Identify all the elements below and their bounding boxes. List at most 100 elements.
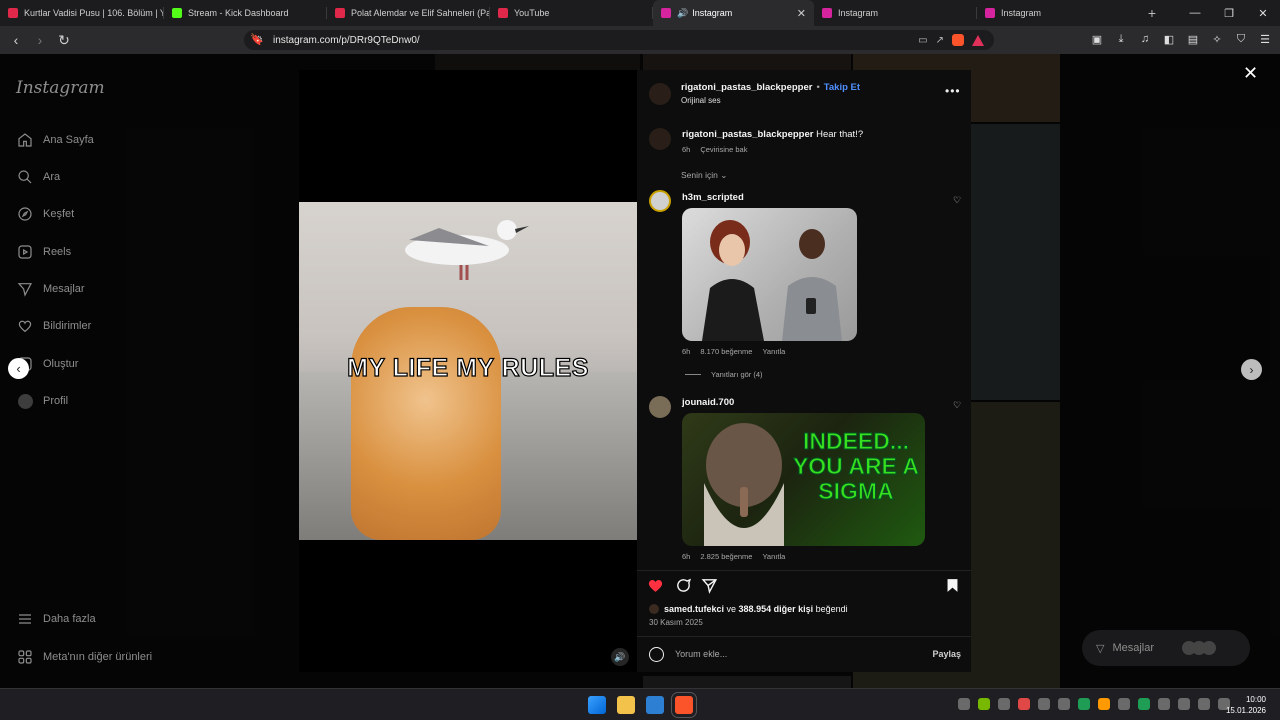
emoji-icon[interactable] — [649, 647, 664, 662]
bookmark-icon[interactable]: 🔖 — [250, 33, 264, 46]
minimize-icon[interactable]: — — [1178, 7, 1212, 20]
audio-label[interactable]: Orijinal ses — [681, 96, 721, 105]
save-button[interactable] — [944, 577, 962, 595]
tray-icon[interactable] — [978, 698, 990, 710]
close-tab-icon[interactable]: ✕ — [797, 7, 806, 20]
sidebar-item-notifications[interactable]: Bildirimler — [16, 317, 91, 335]
caption-meta: 6h Çevirisine bak — [682, 145, 748, 154]
post-comment-button[interactable]: Paylaş — [932, 649, 961, 659]
photos-icon[interactable] — [646, 696, 664, 714]
tray-icon[interactable] — [1078, 698, 1090, 710]
see-translation-link[interactable]: Çevirisine bak — [700, 145, 747, 154]
file-explorer-icon[interactable] — [617, 696, 635, 714]
forward-icon[interactable]: › — [30, 30, 50, 50]
comment-likes[interactable]: 8.170 beğenme — [700, 347, 752, 356]
brave-rewards-icon[interactable] — [972, 34, 984, 46]
like-button[interactable] — [647, 577, 665, 595]
tray-icon[interactable] — [1058, 698, 1070, 710]
brave-shields-icon[interactable] — [952, 34, 964, 46]
restore-icon[interactable]: ❐ — [1212, 7, 1246, 20]
tab-instagram-active[interactable]: 🔊 Instagram ✕ — [653, 0, 814, 26]
commenter-avatar[interactable] — [649, 190, 671, 212]
sidebar-item-reels[interactable]: Reels — [16, 243, 71, 261]
view-replies-button[interactable]: Yanıtları gör (4) — [685, 370, 763, 379]
instagram-icon — [822, 8, 832, 18]
sidebar-item-home[interactable]: Ana Sayfa — [16, 131, 94, 149]
tab-youtube[interactable]: YouTube — [490, 0, 653, 26]
liker-username[interactable]: samed.tufekci — [664, 604, 724, 614]
sidebar-item-explore[interactable]: Keşfet — [16, 205, 74, 223]
comment-button[interactable] — [675, 577, 693, 595]
new-tab-button[interactable]: + — [1140, 5, 1164, 21]
comment-username[interactable]: jounaid.700 — [682, 397, 734, 408]
address-bar[interactable]: ⚙ instagram.com/p/DRr9QTeDnw0/ ▭ ↗ — [244, 30, 994, 50]
comment-likes[interactable]: 2.825 beğenme — [700, 552, 752, 561]
share-icon[interactable]: ↗ — [936, 35, 944, 46]
seagull-figure — [405, 220, 529, 280]
comment-input[interactable]: Yorum ekle... — [675, 649, 727, 659]
sidebar-item-search[interactable]: Ara — [16, 168, 60, 186]
comment-like-icon[interactable]: ♡ — [953, 400, 961, 411]
commenter-avatar[interactable] — [649, 396, 671, 418]
cast-icon[interactable]: ▭ — [918, 35, 927, 46]
mic-icon[interactable] — [1158, 698, 1170, 710]
tab-kick-dashboard[interactable]: Stream - Kick Dashboard — [164, 0, 327, 26]
close-modal-icon[interactable]: ✕ — [1243, 63, 1258, 84]
instagram-logo[interactable]: Instagram — [16, 78, 105, 98]
tray-icon[interactable] — [1098, 698, 1110, 710]
tray-icon[interactable] — [1018, 698, 1030, 710]
media-icon[interactable]: ♫ — [1138, 32, 1152, 46]
wallet-icon[interactable]: ▤ — [1186, 32, 1200, 46]
tab-instagram-3[interactable]: Instagram — [977, 0, 1140, 26]
start-button-icon[interactable] — [588, 696, 606, 714]
sidebar-toggle-icon[interactable]: ◧ — [1162, 32, 1176, 46]
reply-button[interactable]: Yanıtla — [762, 552, 785, 561]
author-username[interactable]: rigatoni_pastas_blackpepper — [681, 82, 812, 93]
post-video[interactable]: MY LIFE MY RULES 🔊 — [299, 70, 637, 672]
caption-avatar[interactable] — [649, 128, 671, 150]
volume-icon[interactable] — [1198, 698, 1210, 710]
follow-button[interactable]: Takip Et — [824, 82, 860, 93]
previous-post-button[interactable]: ‹ — [8, 358, 29, 379]
sidebar-item-meta[interactable]: Meta'nın diğer ürünleri — [16, 648, 152, 666]
comment-filter-dropdown[interactable]: Senin için ⌄ — [681, 170, 727, 181]
url-text[interactable]: instagram.com/p/DRr9QTeDnw0/ — [273, 35, 420, 46]
tray-icon[interactable] — [998, 698, 1010, 710]
vpn-icon[interactable]: ⛉ — [1234, 32, 1248, 46]
tab-kurtlar-vadisi[interactable]: Kurtlar Vadisi Pusu | 106. Bölüm | Yü — [0, 0, 164, 26]
tray-icon[interactable] — [1118, 698, 1130, 710]
leo-ai-icon[interactable]: ✧ — [1210, 32, 1224, 46]
comment-username[interactable]: h3m_scripted — [682, 192, 744, 203]
sidebar-item-more[interactable]: Daha fazla — [16, 610, 96, 628]
heart-filled-icon — [648, 579, 663, 592]
comment-gif[interactable] — [682, 208, 857, 341]
caption-username[interactable]: rigatoni_pastas_blackpepper — [682, 129, 813, 140]
download-icon[interactable]: ⤓ — [1114, 32, 1128, 46]
tab-instagram-2[interactable]: Instagram — [814, 0, 977, 26]
likes-count[interactable]: 388.954 diğer kişi — [739, 604, 814, 614]
close-window-icon[interactable]: ✕ — [1246, 7, 1280, 20]
kick-icon — [172, 8, 182, 18]
volume-icon[interactable]: 🔊 — [611, 648, 629, 666]
sidebar-item-profile[interactable]: Profil — [16, 392, 68, 410]
reply-button[interactable]: Yanıtla — [762, 347, 785, 356]
tray-icon[interactable] — [958, 698, 970, 710]
comment-gif[interactable]: INDEED... YOU ARE A SIGMA — [682, 413, 925, 546]
tab-search-icon[interactable]: ▣ — [1090, 32, 1104, 46]
sidebar-item-messages[interactable]: Mesajlar — [16, 280, 85, 298]
comment-like-icon[interactable]: ♡ — [953, 195, 961, 206]
next-post-button[interactable]: › — [1241, 359, 1262, 380]
tray-icon[interactable] — [1038, 698, 1050, 710]
clock[interactable]: 10:00 15.01.2026 — [1226, 694, 1266, 716]
author-avatar[interactable] — [649, 83, 671, 105]
reload-icon[interactable]: ↻ — [54, 30, 74, 50]
messages-pill[interactable]: ▽ Mesajlar — [1082, 630, 1250, 666]
more-options-icon[interactable]: ••• — [945, 84, 961, 98]
share-post-button[interactable] — [701, 577, 719, 595]
menu-icon[interactable]: ☰ — [1258, 32, 1272, 46]
tray-icon[interactable] — [1138, 698, 1150, 710]
tab-polat-alemdar[interactable]: Polat Alemdar ve Elif Sahneleri (Part — [327, 0, 490, 26]
brave-browser-icon[interactable] — [671, 692, 697, 718]
network-icon[interactable] — [1178, 698, 1190, 710]
back-icon[interactable]: ‹ — [6, 30, 26, 50]
